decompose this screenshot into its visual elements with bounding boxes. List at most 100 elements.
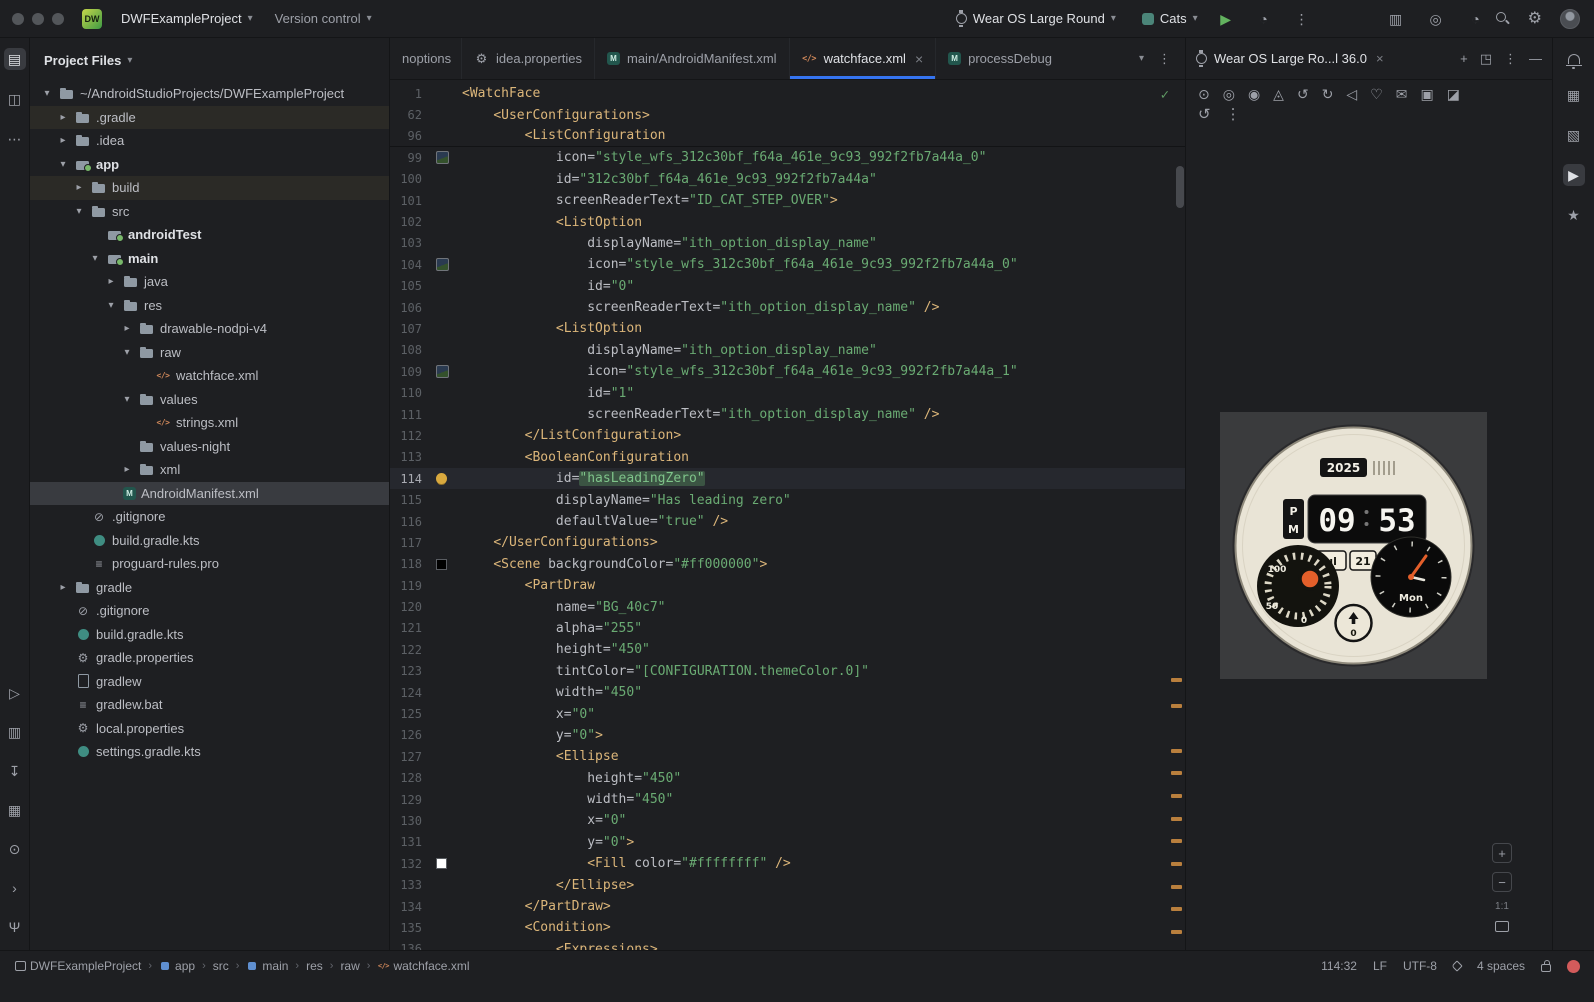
breadcrumb-item-res[interactable]: res (306, 959, 323, 973)
tree-item-settings.gradle.kts[interactable]: settings.gradle.kts (30, 740, 389, 764)
tree-item-build.gradle.kts[interactable]: build.gradle.kts (30, 529, 389, 553)
tree-item-gradle[interactable]: ▸gradle (30, 576, 389, 600)
code-line-123[interactable]: 123 tintColor="[CONFIGURATION.themeColor… (390, 661, 1185, 682)
chevron-closed-icon[interactable]: ▸ (120, 464, 134, 475)
code-line-134[interactable]: 134 </PartDraw> (390, 896, 1185, 917)
tree-item-app[interactable]: ▾app (30, 153, 389, 177)
code-line-128[interactable]: 128 height="450" (390, 768, 1185, 789)
code-line-127[interactable]: 127 <Ellipse (390, 746, 1185, 767)
code-editor[interactable]: 1<WatchFace62 <UserConfigurations>96 <Li… (390, 80, 1185, 950)
search-icon[interactable] (1495, 11, 1510, 26)
problems-icon[interactable]: ⊙ (4, 838, 26, 860)
reset-view-icon[interactable]: ↺ (1198, 107, 1211, 122)
message-icon[interactable]: ✉ (1396, 87, 1408, 101)
code-line-1[interactable]: 1<WatchFace (390, 83, 1185, 104)
warning-stripe-mark[interactable] (1171, 794, 1182, 798)
tilt-icon[interactable]: ◬ (1273, 87, 1284, 101)
version-control-icon[interactable]: Ψ (4, 916, 26, 938)
tree-item-.gitignore[interactable]: ⊘.gitignore (30, 599, 389, 623)
breadcrumb-item-main[interactable]: main (246, 959, 288, 973)
code-line-116[interactable]: 116 defaultValue="true" /> (390, 511, 1185, 532)
code-line-62[interactable]: 62 <UserConfigurations> (390, 104, 1185, 125)
record-icon[interactable]: ◪ (1447, 87, 1460, 101)
warning-stripe-mark[interactable] (1171, 749, 1182, 753)
code-line-111[interactable]: 111 screenReaderText="ith_option_display… (390, 404, 1185, 425)
breadcrumb-item-watchface.xml[interactable]: </>watchface.xml (377, 959, 469, 973)
chevron-closed-icon[interactable]: ▸ (104, 276, 118, 287)
tree-item-gradle.properties[interactable]: ⚙gradle.properties (30, 646, 389, 670)
tree-item-main[interactable]: ▾main (30, 247, 389, 271)
tab-processdebug[interactable]: MprocessDebug (936, 38, 1052, 79)
project-panel-header[interactable]: Project Files (30, 38, 389, 82)
version-control-button[interactable]: Version control (266, 7, 381, 30)
code-line-112[interactable]: 112 </ListConfiguration> (390, 425, 1185, 446)
device-manager-icon[interactable]: ▧ (1563, 124, 1585, 146)
code-line-131[interactable]: 131 y="0"> (390, 832, 1185, 853)
tag-icon[interactable] (1451, 960, 1462, 971)
close-tab-icon[interactable]: × (915, 51, 923, 67)
open-in-window-icon[interactable]: ◳ (1480, 52, 1492, 65)
code-line-130[interactable]: 130 x="0" (390, 810, 1185, 831)
project-tool-icon[interactable]: ▤ (4, 48, 26, 70)
zoom-window-button[interactable] (52, 13, 64, 25)
chevron-open-icon[interactable]: ▾ (120, 347, 134, 358)
code-line-103[interactable]: 103 displayName="ith_option_display_name… (390, 233, 1185, 254)
code-line-117[interactable]: 117 </UserConfigurations> (390, 532, 1185, 553)
add-device-tab-icon[interactable]: + (1460, 52, 1468, 65)
hidden-tabs-icon[interactable] (1139, 53, 1144, 64)
bug-report-icon[interactable]: ◎ (1425, 8, 1447, 30)
hide-panel-icon[interactable]: — (1529, 52, 1542, 65)
chevron-closed-icon[interactable]: ▸ (72, 182, 86, 193)
sdk-download-icon[interactable]: ↧ (4, 760, 26, 782)
code-line-108[interactable]: 108 displayName="ith_option_display_name… (390, 340, 1185, 361)
warning-stripe-mark[interactable] (1171, 771, 1182, 775)
close-window-button[interactable] (12, 13, 24, 25)
chevron-closed-icon[interactable]: ▸ (56, 582, 70, 593)
secondary-button-icon[interactable]: ◎ (1223, 87, 1235, 101)
tree-item-proguard-rules.pro[interactable]: ≡proguard-rules.pro (30, 552, 389, 576)
zoom-in-button[interactable]: + (1492, 843, 1512, 863)
device-explorer-icon[interactable]: ▥ (4, 721, 26, 743)
chevron-closed-icon[interactable]: ▸ (56, 135, 70, 146)
tree-item-java[interactable]: ▸java (30, 270, 389, 294)
settings-gear-icon[interactable] (1528, 11, 1542, 27)
more-run-options-icon[interactable]: ⋮ (1291, 8, 1313, 30)
profiler-run-icon[interactable]: ◔ (1253, 8, 1275, 30)
code-line-121[interactable]: 121 alpha="255" (390, 618, 1185, 639)
tree-item-res[interactable]: ▾res (30, 294, 389, 318)
code-line-118[interactable]: 118 <Scene backgroundColor="#ff000000"> (390, 554, 1185, 575)
close-device-tab-icon[interactable]: × (1376, 51, 1384, 66)
code-line-96[interactable]: 96 <ListConfiguration (390, 126, 1185, 147)
tree-item-strings.xml[interactable]: </>strings.xml (30, 411, 389, 435)
power-icon[interactable]: ⊙ (1198, 87, 1210, 101)
code-line-129[interactable]: 129 width="450" (390, 789, 1185, 810)
indent-indicator[interactable]: 4 spaces (1477, 959, 1525, 973)
breadcrumb-item-src[interactable]: src (213, 959, 229, 973)
inspection-ok-icon[interactable] (1161, 87, 1169, 103)
code-line-102[interactable]: 102 <ListOption (390, 211, 1185, 232)
tree-item-watchface.xml[interactable]: </>watchface.xml (30, 364, 389, 388)
warning-stripe-mark[interactable] (1171, 817, 1182, 821)
tree-item-androidmanifest.xml[interactable]: MAndroidManifest.xml (30, 482, 389, 506)
run-config-selector[interactable]: Cats (1133, 7, 1207, 30)
tree-item--androidstudioprojects-dwfexampleproject[interactable]: ▾~/AndroidStudioProjects/DWFExampleProje… (30, 82, 389, 106)
palm-icon[interactable]: ◉ (1248, 87, 1260, 101)
device-mirroring-icon[interactable]: ▥ (1385, 8, 1407, 30)
chevron-closed-icon[interactable]: ▸ (56, 112, 70, 123)
chevron-open-icon[interactable]: ▾ (88, 253, 102, 264)
tree-item-androidtest[interactable]: androidTest (30, 223, 389, 247)
code-line-110[interactable]: 110 id="1" (390, 382, 1185, 403)
resource-manager-icon[interactable]: ◫ (4, 88, 26, 110)
breadcrumb-item-app[interactable]: app (159, 959, 195, 973)
lock-icon[interactable] (1541, 964, 1551, 972)
code-line-124[interactable]: 124 width="450" (390, 682, 1185, 703)
code-line-113[interactable]: 113 <BooleanConfiguration (390, 447, 1185, 468)
code-line-114[interactable]: 114 id="hasLeadingZero" (390, 468, 1185, 489)
running-devices-icon[interactable]: ▶ (1563, 164, 1585, 186)
tab-noptions[interactable]: noptions (390, 38, 462, 79)
avatar[interactable] (1560, 9, 1580, 29)
rotate-left-icon[interactable]: ↺ (1297, 87, 1309, 101)
code-line-126[interactable]: 126 y="0"> (390, 725, 1185, 746)
code-line-109[interactable]: 109 icon="style_wfs_312c30bf_f64a_461e_9… (390, 361, 1185, 382)
device-tab[interactable]: Wear OS Large Ro...l 36.0 × (1196, 51, 1384, 66)
